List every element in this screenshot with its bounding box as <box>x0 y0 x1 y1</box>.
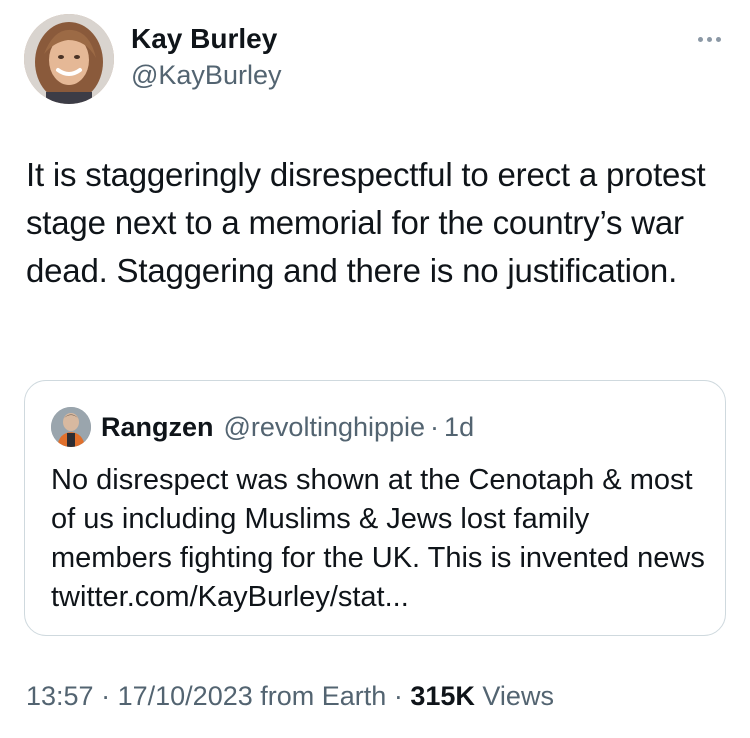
quoted-tweet-header: Rangzen @revoltinghippie · 1d <box>51 407 474 447</box>
quoted-author-avatar[interactable] <box>51 407 91 447</box>
more-dot <box>715 36 721 42</box>
tweet-text: It is staggeringly disrespectful to erec… <box>26 156 706 289</box>
more-dot <box>706 36 712 42</box>
more-horizontal-icon[interactable] <box>692 30 726 48</box>
quoted-author-avatar-image <box>51 407 91 447</box>
tweet-source: from Earth <box>260 681 387 711</box>
quoted-author-display-name[interactable]: Rangzen <box>101 412 214 443</box>
views-label: Views <box>482 681 554 711</box>
tweet: Kay Burley @KayBurley It is staggeringly… <box>0 0 750 738</box>
author-handle[interactable]: @KayBurley <box>131 58 281 92</box>
author-avatar-image <box>24 14 114 104</box>
author-block: Kay Burley @KayBurley <box>131 22 281 92</box>
quoted-tweet-age[interactable]: 1d <box>444 412 474 443</box>
quoted-tweet-text: No disrespect was shown at the Cenotaph … <box>51 464 705 613</box>
meta-separator: · <box>101 681 111 711</box>
author-avatar[interactable] <box>24 14 114 104</box>
meta-separator-2: · <box>393 681 403 711</box>
author-display-name[interactable]: Kay Burley <box>131 22 281 56</box>
quoted-author-handle[interactable]: @revoltinghippie <box>224 412 426 443</box>
views-count: 315K <box>410 681 475 711</box>
tweet-meta: 13:57 · 17/10/2023 from Earth · 315K Vie… <box>26 681 554 712</box>
quoted-header-separator: · <box>430 411 440 442</box>
tweet-time[interactable]: 13:57 <box>26 681 94 711</box>
tweet-date[interactable]: 17/10/2023 <box>118 681 253 711</box>
quoted-tweet[interactable]: Rangzen @revoltinghippie · 1d No disresp… <box>24 380 726 636</box>
more-dot <box>697 36 703 42</box>
